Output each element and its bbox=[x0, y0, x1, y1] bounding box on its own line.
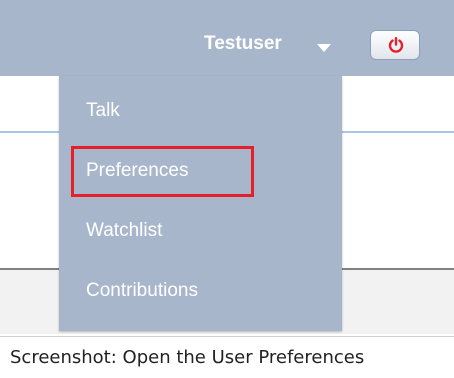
logout-button[interactable] bbox=[370, 30, 420, 60]
menu-item-contributions[interactable]: Contributions bbox=[86, 280, 198, 302]
screenshot-caption: Screenshot: Open the User Preferences bbox=[0, 336, 454, 377]
chevron-down-icon[interactable] bbox=[317, 44, 331, 52]
preferences-highlight bbox=[71, 146, 254, 197]
user-dropdown-menu: Talk Preferences Watchlist Contributions bbox=[59, 76, 342, 331]
menu-item-talk[interactable]: Talk bbox=[86, 100, 120, 122]
menu-item-watchlist[interactable]: Watchlist bbox=[86, 220, 162, 242]
screenshot-frame: Testuser Talk Preferences Watchlist Cont… bbox=[0, 0, 454, 377]
personal-toolbar: Testuser bbox=[0, 0, 454, 76]
username-link[interactable]: Testuser bbox=[204, 33, 282, 55]
power-icon bbox=[388, 37, 404, 53]
